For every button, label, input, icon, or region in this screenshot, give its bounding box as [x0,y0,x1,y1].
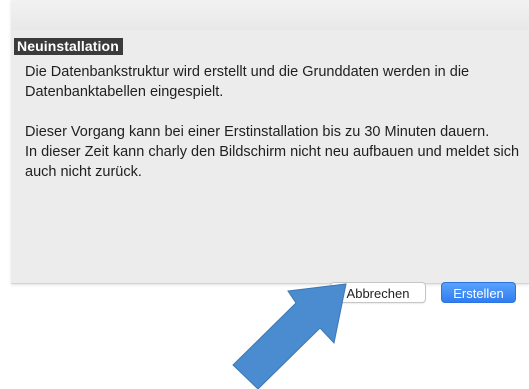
arrow-shape [232,283,347,389]
section-title: Neuinstallation [14,38,123,55]
arrow-pointing-up-right-icon [232,283,347,389]
create-button[interactable]: Erstellen [441,282,516,303]
message-paragraph-3: In dieser Zeit kann charly den Bildschir… [25,144,520,180]
dialog-titlebar [11,0,529,30]
installation-dialog: Neuinstallation Die Datenbankstruktur wi… [11,0,529,284]
message-paragraph-1: Die Datenbankstruktur wird erstellt und … [25,64,470,100]
message-paragraph-2: Dieser Vorgang kann bei einer Erstinstal… [25,124,490,140]
dialog-message: Die Datenbankstruktur wird erstellt und … [25,62,525,182]
